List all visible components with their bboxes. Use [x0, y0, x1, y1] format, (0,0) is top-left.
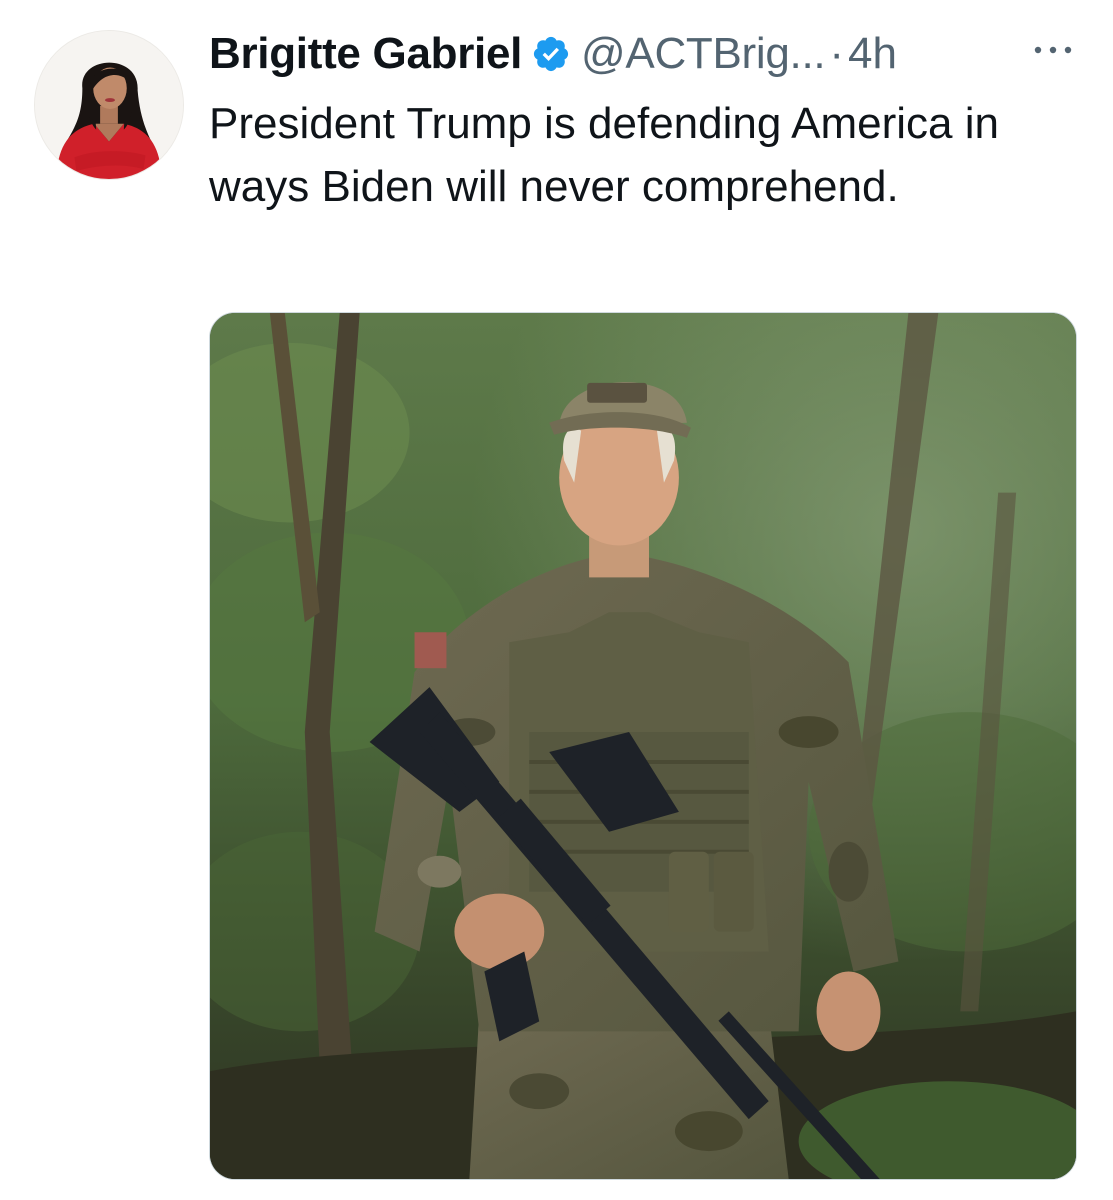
- verified-badge-icon[interactable]: [531, 34, 571, 74]
- tweet-header: Brigitte Gabriel @ACTBrig... · 4h: [209, 26, 897, 82]
- header-separator: ·: [829, 29, 844, 78]
- tweet-media-photo[interactable]: [209, 312, 1077, 1180]
- tweet-timestamp[interactable]: 4h: [848, 29, 897, 79]
- forest-soldier-photo: [210, 313, 1076, 1179]
- ellipsis-icon[interactable]: [1030, 40, 1076, 60]
- author-display-name[interactable]: Brigitte Gabriel: [209, 29, 522, 79]
- tweet-card[interactable]: Brigitte Gabriel @ACTBrig... · 4h Presid…: [0, 0, 1113, 1200]
- avatar-image: [35, 31, 183, 179]
- tweet-text: President Trump is defending America in …: [209, 99, 999, 211]
- author-handle[interactable]: @ACTBrig...: [581, 29, 826, 79]
- author-avatar[interactable]: [34, 30, 184, 180]
